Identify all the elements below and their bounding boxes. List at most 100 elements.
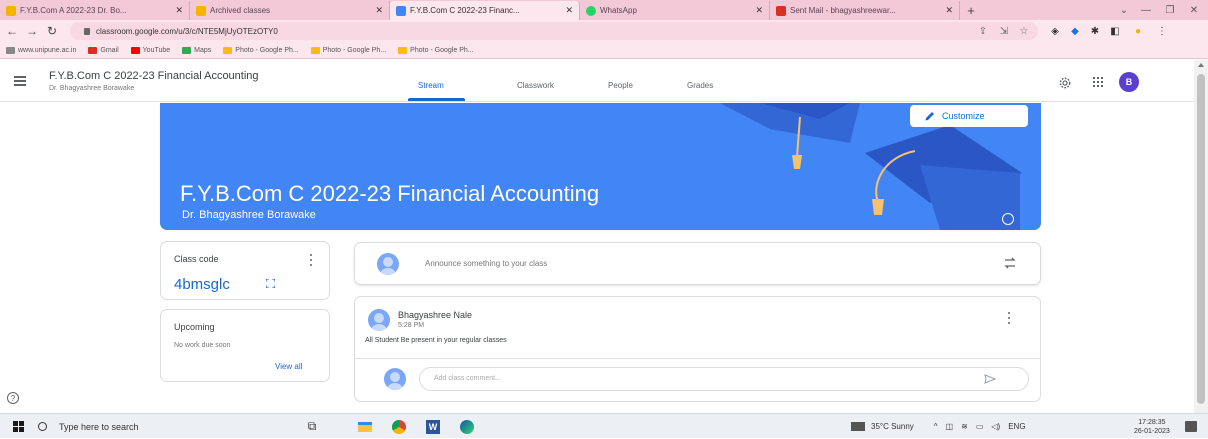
browser-menu-icon[interactable]: ⋮ <box>1155 24 1169 38</box>
settings-gear-icon[interactable] <box>1058 76 1072 90</box>
share-icon[interactable]: ⇪ <box>976 24 990 38</box>
classroom-favicon-icon <box>6 5 16 16</box>
close-tab-icon[interactable]: ✕ <box>375 5 383 16</box>
photos-icon <box>310 46 320 54</box>
class-banner: F.Y.B.Com C 2022-23 Financial Accounting… <box>160 103 1041 230</box>
bookmark-star-icon[interactable]: ☆ <box>1017 24 1031 38</box>
user-avatar <box>384 368 406 390</box>
wifi-icon[interactable]: ≋ <box>961 422 968 431</box>
battery-icon[interactable]: ▭ <box>976 422 984 431</box>
reload-icon[interactable]: ↻ <box>42 21 62 41</box>
bookmark-item[interactable]: YouTube <box>130 46 170 54</box>
bookmark-item[interactable]: Photo - Google Ph... <box>310 46 386 54</box>
network-icon[interactable]: ◫ <box>946 422 954 431</box>
file-explorer-icon[interactable] <box>356 418 374 435</box>
clock-time: 17:28:35 <box>1138 419 1166 426</box>
post-options-icon[interactable] <box>1007 312 1011 324</box>
forward-arrow-icon[interactable]: → <box>22 21 42 41</box>
close-tab-icon[interactable]: ✕ <box>175 5 183 16</box>
classroom-favicon-icon <box>396 5 406 16</box>
close-tab-icon[interactable]: ✕ <box>945 5 953 16</box>
new-tab-button[interactable]: + <box>960 1 982 20</box>
upcoming-empty-text: No work due soon <box>174 342 231 349</box>
tab-title: F.Y.B.Com A 2022-23 Dr. Bo... <box>20 6 127 15</box>
show-hidden-icons-icon[interactable]: ^ <box>934 422 938 431</box>
account-avatar[interactable]: B <box>1119 72 1139 92</box>
tab-title: Sent Mail - bhagyashreewar... <box>790 6 896 15</box>
bookmarks-bar: www.unipune.ac.in Gmail YouTube Maps Pho… <box>0 42 1208 59</box>
help-icon[interactable]: ? <box>7 392 19 404</box>
classroom-header: F.Y.B.Com C 2022-23 Financial Accounting… <box>0 60 1194 102</box>
back-arrow-icon[interactable]: ← <box>2 21 22 41</box>
pencil-icon <box>925 112 934 121</box>
tab-people[interactable]: People <box>608 81 633 90</box>
whatsapp-favicon-icon <box>586 5 596 16</box>
chrome-icon[interactable] <box>390 418 408 435</box>
side-panel-icon[interactable]: ◧ <box>1108 24 1122 38</box>
class-code-value: 4bmsglc <box>174 276 230 293</box>
tab-classwork[interactable]: Classwork <box>517 81 554 90</box>
browser-tab[interactable]: F.Y.B.Com A 2022-23 Dr. Bo... ✕ <box>0 1 190 20</box>
extensions-puzzle-icon[interactable]: ✱ <box>1088 24 1102 38</box>
gmail-icon <box>88 46 98 54</box>
notification-center-icon[interactable] <box>1185 421 1197 432</box>
taskbar-clock[interactable]: 17:28:35 26-01-2023 <box>1134 418 1170 436</box>
class-subtitle: Dr. Bhagyashree Borawake <box>49 85 135 92</box>
task-view-icon[interactable]: ⧉ <box>303 418 321 435</box>
view-all-link[interactable]: View all <box>275 362 302 371</box>
tab-title: F.Y.B.Com C 2022-23 Financ... <box>410 6 520 15</box>
send-icon[interactable] <box>984 374 996 384</box>
browser-tab[interactable]: Sent Mail - bhagyashreewar... ✕ <box>770 1 960 20</box>
stream-post: Bhagyashree Nale 5:28 PM All Student Be … <box>354 296 1041 402</box>
windows-taskbar: Type here to search ⧉ W 35°C Sunny ^ ◫ ≋… <box>0 413 1208 438</box>
announce-box[interactable]: Announce something to your class <box>354 242 1041 285</box>
tab-stream[interactable]: Stream <box>418 81 444 90</box>
scrollbar-thumb[interactable] <box>1197 74 1205 404</box>
bookmark-item[interactable]: Photo - Google Ph... <box>223 46 299 54</box>
browser-tab-strip: F.Y.B.Com A 2022-23 Dr. Bo... ✕ Archived… <box>0 0 1208 20</box>
close-tab-icon[interactable]: ✕ <box>755 5 763 16</box>
weather-text[interactable]: 35°C Sunny <box>871 422 914 431</box>
bookmark-item[interactable]: Photo - Google Ph... <box>398 46 474 54</box>
maps-icon <box>182 46 192 54</box>
install-icon[interactable]: ⇲ <box>997 24 1011 38</box>
edge-icon[interactable] <box>458 418 476 435</box>
more-options-icon[interactable] <box>309 254 313 266</box>
close-tab-icon[interactable]: ✕ <box>565 5 573 16</box>
tab-grades[interactable]: Grades <box>687 81 713 90</box>
youtube-icon <box>130 46 140 54</box>
close-window-icon[interactable]: ✕ <box>1180 0 1208 20</box>
bookmark-item[interactable]: www.unipune.ac.in <box>6 46 76 54</box>
language-indicator[interactable]: ENG <box>1008 422 1025 431</box>
browser-tab[interactable]: Archived classes ✕ <box>190 1 390 20</box>
volume-icon[interactable]: ◁) <box>991 422 1000 431</box>
main-menu-icon[interactable] <box>14 76 26 86</box>
extension-icon[interactable]: ◆ <box>1068 24 1082 38</box>
address-bar[interactable]: classroom.google.com/u/3/c/NTE5MjUyOTEzO… <box>70 22 1038 40</box>
page-scrollbar[interactable] <box>1194 60 1208 413</box>
repost-icon[interactable] <box>1003 256 1017 270</box>
class-code-label: Class code <box>174 254 219 264</box>
user-avatar <box>377 253 399 275</box>
bookmark-item[interactable]: Maps <box>182 46 211 54</box>
post-author: Bhagyashree Nale <box>398 310 473 320</box>
customize-button[interactable]: Customize <box>910 105 1028 127</box>
windows-start-icon[interactable] <box>13 421 24 432</box>
browser-tab-active[interactable]: F.Y.B.Com C 2022-23 Financ... ✕ <box>390 1 580 20</box>
extension-icon[interactable]: ◈ <box>1048 24 1062 38</box>
profile-icon[interactable]: ● <box>1131 24 1145 38</box>
class-comment-input[interactable]: Add class comment... <box>419 367 1029 391</box>
google-apps-icon[interactable] <box>1093 77 1103 87</box>
active-tab-indicator <box>408 98 465 101</box>
announce-placeholder[interactable]: Announce something to your class <box>425 259 547 268</box>
class-title[interactable]: F.Y.B.Com C 2022-23 Financial Accounting <box>49 70 259 82</box>
fullscreen-icon[interactable] <box>266 279 275 288</box>
scroll-up-arrow-icon[interactable] <box>1198 63 1204 67</box>
taskbar-search[interactable]: Type here to search <box>30 415 256 438</box>
post-timestamp: 5:28 PM <box>398 322 425 329</box>
bookmark-item[interactable]: Gmail <box>88 46 119 54</box>
class-info-icon[interactable] <box>1002 213 1014 225</box>
search-icon <box>38 422 47 431</box>
word-icon[interactable]: W <box>424 418 442 435</box>
browser-tab[interactable]: WhatsApp ✕ <box>580 1 770 20</box>
